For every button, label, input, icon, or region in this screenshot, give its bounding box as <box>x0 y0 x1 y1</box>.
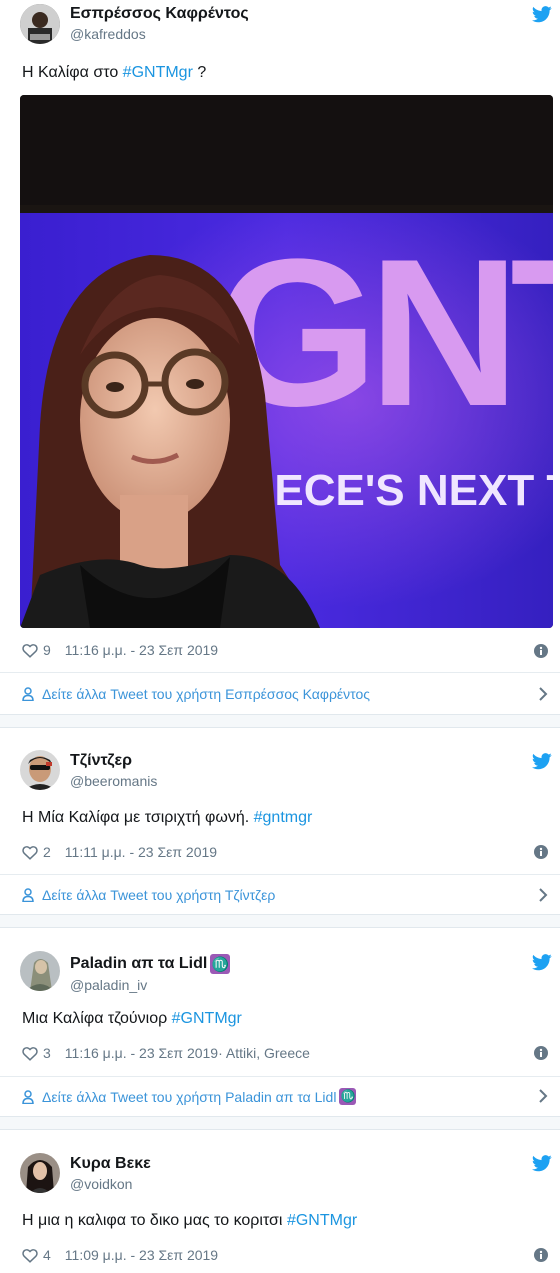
avatar-image <box>20 951 60 991</box>
like-count: 3 <box>43 1045 51 1061</box>
avatar-image <box>20 1153 60 1193</box>
like-count: 9 <box>43 642 51 658</box>
user-name[interactable]: Paladin απ τα Lidl ♏ <box>70 954 231 974</box>
tweet-meta: 2 11:11 μ.μ. - 23 Σεπ 2019 <box>22 844 217 860</box>
user-handle[interactable]: @paladin_iv <box>70 977 147 993</box>
tweet-text-body: Η Καλίφα στο <box>22 64 123 81</box>
tweet-meta: 3 11:16 μ.μ. - 23 Σεπ 2019 · Attiki, Gre… <box>22 1045 310 1061</box>
tweet-timestamp[interactable]: 11:16 μ.μ. - 23 Σεπ 2019 <box>65 642 218 658</box>
tweet-separator <box>0 1116 560 1130</box>
more-tweets-link[interactable]: Δείτε άλλα Tweet του χρήστη Τζίντζερ <box>22 887 275 903</box>
info-icon[interactable] <box>534 1046 548 1060</box>
tweet-card: Κυρα Βεκε @voidkon Η μια η καλιφα το δικ… <box>0 1130 560 1273</box>
heart-icon[interactable] <box>22 1248 38 1263</box>
tweet-text-tail: ? <box>192 64 207 81</box>
avatar[interactable] <box>20 4 60 44</box>
tweet-location[interactable]: · Attiki, Greece <box>218 1045 310 1061</box>
avatar[interactable] <box>20 1153 60 1193</box>
user-handle[interactable]: @voidkon <box>70 1176 132 1192</box>
scorpius-emoji: ♏ <box>210 954 231 974</box>
avatar-image <box>20 4 60 44</box>
tweet-text-body: Η μια η καλιφα το δικο μας το κοριτσι <box>22 1212 287 1229</box>
avatar-image <box>20 750 60 790</box>
photo-image: GNT EECE'S NEXT TO <box>20 95 553 628</box>
hashtag-link[interactable]: #gntmgr <box>254 809 313 826</box>
chevron-right-icon[interactable] <box>538 887 548 903</box>
more-tweets-label[interactable]: Δείτε άλλα Tweet του χρήστη Τζίντζερ <box>42 887 275 903</box>
photo-caption-text: EECE'S NEXT TO <box>245 466 553 515</box>
hashtag-link[interactable]: #GNTMgr <box>287 1212 357 1229</box>
tweet-separator <box>0 714 560 728</box>
twitter-bird-icon[interactable] <box>532 6 552 23</box>
tweet-card: Εσπρέσσος Καφρέντος @kafreddos Η Καλίφα … <box>0 0 560 702</box>
tweet-timestamp[interactable]: 11:11 μ.μ. - 23 Σεπ 2019 <box>65 844 217 860</box>
user-handle[interactable]: @beeromanis <box>70 773 157 789</box>
tweet-text: Η Καλίφα στο #GNTMgr ? <box>22 64 206 82</box>
twitter-bird-icon[interactable] <box>532 1155 552 1172</box>
twitter-bird-icon[interactable] <box>532 954 552 971</box>
tweet-card: Paladin απ τα Lidl ♏ @paladin_iv Μια Καλί… <box>0 928 560 1116</box>
twitter-bird-icon[interactable] <box>532 753 552 770</box>
tweet-text: Η Μία Καλίφα με τσιριχτή φωνή. #gntmgr <box>22 809 312 827</box>
like-count: 2 <box>43 844 51 860</box>
tweet-text-body: Η Μία Καλίφα με τσιριχτή φωνή. <box>22 809 254 826</box>
tweet-separator <box>0 914 560 928</box>
avatar[interactable] <box>20 951 60 991</box>
more-tweets-link[interactable]: Δείτε άλλα Tweet του χρήστη Εσπρέσσος Κα… <box>22 686 370 702</box>
like-count: 4 <box>43 1247 51 1263</box>
user-name-text[interactable]: Paladin απ τα Lidl <box>70 955 207 972</box>
hashtag-link[interactable]: #GNTMgr <box>123 64 193 81</box>
tweet-card: Τζίντζερ @beeromanis Η Μία Καλίφα με τσι… <box>0 728 560 914</box>
divider <box>0 672 560 673</box>
tweet-text-body: Μια Καλίφα τζούνιορ <box>22 1010 172 1027</box>
scorpius-emoji: ♏ <box>339 1088 357 1105</box>
avatar[interactable] <box>20 750 60 790</box>
heart-icon[interactable] <box>22 845 38 860</box>
user-name[interactable]: Κυρα Βεκε <box>70 1155 151 1173</box>
user-handle[interactable]: @kafreddos <box>70 26 146 42</box>
tweet-meta: 4 11:09 μ.μ. - 23 Σεπ 2019 <box>22 1247 218 1263</box>
divider <box>0 874 560 875</box>
person-icon <box>22 687 34 701</box>
person-icon <box>22 1089 34 1104</box>
user-name[interactable]: Εσπρέσσος Καφρέντος <box>70 5 249 23</box>
divider <box>0 1076 560 1077</box>
chevron-right-icon[interactable] <box>538 686 548 702</box>
info-icon[interactable] <box>534 845 548 859</box>
heart-icon[interactable] <box>22 1046 38 1061</box>
more-tweets-link[interactable]: Δείτε άλλα Tweet του χρήστη Paladin απ τ… <box>22 1088 357 1105</box>
person-icon <box>22 888 34 902</box>
chevron-right-icon[interactable] <box>538 1088 548 1104</box>
more-tweets-label[interactable]: Δείτε άλλα Tweet του χρήστη Paladin απ τ… <box>42 1089 336 1105</box>
user-name[interactable]: Τζίντζερ <box>70 752 132 770</box>
more-tweets-label[interactable]: Δείτε άλλα Tweet του χρήστη Εσπρέσσος Κα… <box>42 686 370 702</box>
info-icon[interactable] <box>534 644 548 658</box>
heart-icon[interactable] <box>22 643 38 658</box>
tweet-text: Η μια η καλιφα το δικο μας το κοριτσι #G… <box>22 1212 357 1230</box>
tweet-meta: 9 11:16 μ.μ. - 23 Σεπ 2019 <box>22 642 218 658</box>
hashtag-link[interactable]: #GNTMgr <box>172 1010 242 1027</box>
info-icon[interactable] <box>534 1248 548 1262</box>
tweet-photo[interactable]: GNT EECE'S NEXT TO <box>20 95 553 628</box>
tweet-timestamp[interactable]: 11:09 μ.μ. - 23 Σεπ 2019 <box>65 1247 218 1263</box>
tweet-text: Μια Καλίφα τζούνιορ #GNTMgr <box>22 1010 242 1028</box>
tweet-timestamp[interactable]: 11:16 μ.μ. - 23 Σεπ 2019 <box>65 1045 218 1061</box>
